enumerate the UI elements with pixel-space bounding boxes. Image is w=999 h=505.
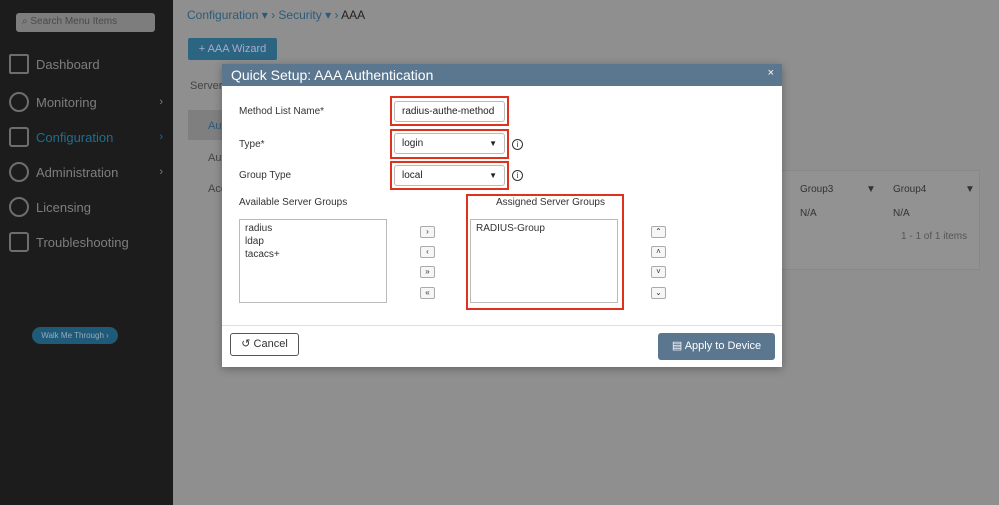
- move-all-right-button[interactable]: »: [420, 266, 435, 278]
- group-type-select[interactable]: local ▼: [394, 165, 505, 186]
- wrench-icon: [9, 127, 29, 147]
- move-all-left-button[interactable]: «: [420, 287, 435, 299]
- method-list-name-label: Method List Name*: [239, 106, 325, 117]
- sidebar-item-configuration[interactable]: Configuration ›: [0, 122, 173, 152]
- move-up-button[interactable]: ˄: [651, 246, 666, 258]
- table-cell: N/A: [800, 208, 817, 219]
- method-list-name-input[interactable]: radius-authe-method: [394, 101, 505, 122]
- breadcrumb-configuration[interactable]: Configuration: [187, 8, 258, 22]
- chevron-right-icon: ›: [159, 96, 163, 108]
- group-type-value: local: [402, 170, 423, 181]
- aaa-wizard-button[interactable]: + AAA Wizard: [188, 38, 277, 60]
- list-item[interactable]: tacacs+: [245, 248, 381, 261]
- cancel-label: Cancel: [253, 338, 288, 350]
- save-icon: ▤: [671, 340, 683, 352]
- available-server-groups-list[interactable]: radius ldap tacacs+: [239, 219, 387, 303]
- sidebar-item-label: Administration: [36, 164, 119, 180]
- sidebar-item-label: Dashboard: [36, 56, 100, 72]
- modal-footer-divider: [222, 325, 782, 326]
- type-label: Type*: [239, 139, 265, 150]
- breadcrumb: Configuration ▾ › Security ▾ › AAA: [187, 8, 366, 22]
- sidebar-item-troubleshooting[interactable]: Troubleshooting: [0, 227, 173, 257]
- list-item[interactable]: RADIUS-Group: [476, 222, 612, 235]
- move-top-button[interactable]: ⌃: [651, 226, 666, 238]
- sidebar-item-dashboard[interactable]: Dashboard: [0, 49, 173, 79]
- search-input[interactable]: ⌕ Search Menu Items: [16, 13, 155, 32]
- gauge-icon: [9, 92, 29, 112]
- column-header-group4: Group4: [893, 184, 927, 195]
- gear-icon: [9, 162, 29, 182]
- sidebar-item-label: Troubleshooting: [36, 234, 129, 250]
- sidebar-item-label: Monitoring: [36, 94, 97, 110]
- info-icon[interactable]: i: [512, 139, 523, 150]
- chevron-right-icon: ›: [159, 166, 163, 178]
- walk-me-through-button[interactable]: Walk Me Through ›: [32, 327, 118, 344]
- dropdown-arrow-icon: ▼: [489, 171, 497, 180]
- column-header-group3: Group3: [800, 184, 834, 195]
- move-down-button[interactable]: ˅: [651, 266, 666, 278]
- apply-to-device-button[interactable]: ▤ Apply to Device: [658, 333, 775, 360]
- available-server-groups-label: Available Server Groups: [239, 197, 348, 208]
- modal-header: Quick Setup: AAA Authentication ×: [222, 64, 782, 86]
- list-item[interactable]: radius: [245, 222, 381, 235]
- filter-icon[interactable]: ▼: [866, 184, 876, 195]
- tab-servers[interactable]: Server: [190, 80, 222, 92]
- type-select[interactable]: login ▼: [394, 133, 505, 154]
- move-right-button[interactable]: ›: [420, 226, 435, 238]
- cancel-button[interactable]: ↺ Cancel: [230, 333, 299, 356]
- chevron-right-icon: ›: [159, 131, 163, 143]
- quick-setup-modal: Quick Setup: AAA Authentication × Method …: [222, 64, 782, 367]
- type-value: login: [402, 138, 424, 149]
- move-bottom-button[interactable]: ⌄: [651, 287, 666, 299]
- info-icon[interactable]: i: [512, 170, 523, 181]
- table-cell: N/A: [893, 208, 910, 219]
- license-icon: [9, 197, 29, 217]
- breadcrumb-security[interactable]: Security: [278, 8, 321, 22]
- close-icon[interactable]: ×: [768, 67, 774, 79]
- assigned-server-groups-list[interactable]: RADIUS-Group: [470, 219, 618, 303]
- sidebar-item-administration[interactable]: Administration ›: [0, 157, 173, 187]
- dropdown-arrow-icon: ▼: [489, 139, 497, 148]
- method-list-table: Group3 ▼ Group4 ▼ N/A N/A 1 - 1 of 1 ite…: [780, 170, 980, 270]
- sidebar-item-label: Configuration: [36, 129, 114, 145]
- breadcrumb-aaa: AAA: [341, 8, 366, 22]
- filter-icon[interactable]: ▼: [965, 184, 975, 195]
- list-item[interactable]: ldap: [245, 235, 381, 248]
- assigned-server-groups-label: Assigned Server Groups: [496, 197, 605, 208]
- undo-icon: ↺: [241, 338, 251, 350]
- group-type-label: Group Type: [239, 170, 292, 181]
- sidebar: ⌕ Search Menu Items Dashboard Monitoring…: [0, 0, 173, 505]
- search-placeholder: Search Menu Items: [30, 16, 118, 27]
- sidebar-item-label: Licensing: [36, 199, 91, 215]
- apply-label: Apply to Device: [684, 340, 762, 352]
- modal-title: Quick Setup: AAA Authentication: [231, 67, 434, 83]
- sidebar-item-licensing[interactable]: Licensing: [0, 192, 173, 222]
- tools-icon: [9, 232, 29, 252]
- sidebar-item-monitoring[interactable]: Monitoring ›: [0, 87, 173, 117]
- dashboard-icon: [9, 54, 29, 74]
- move-left-button[interactable]: ‹: [420, 246, 435, 258]
- pager-info: 1 - 1 of 1 items: [901, 231, 968, 242]
